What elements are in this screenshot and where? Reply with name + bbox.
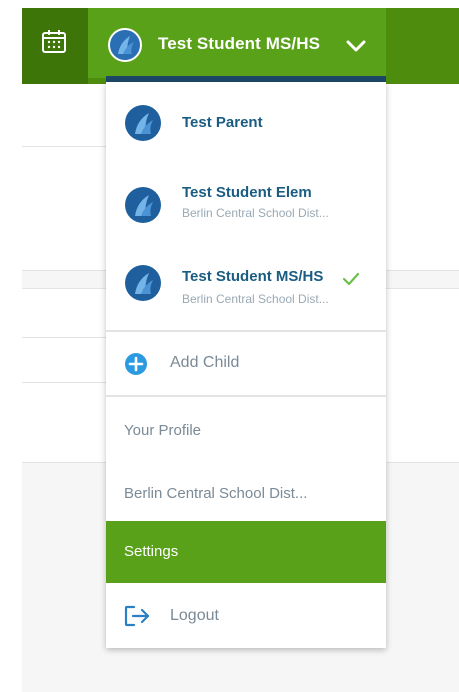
add-child-label: Add Child bbox=[170, 354, 240, 371]
avatar-icon bbox=[125, 265, 161, 301]
avatar-icon bbox=[108, 28, 142, 62]
account-switcher-button[interactable]: Test Student MS/HS bbox=[88, 8, 386, 78]
logout-icon bbox=[124, 605, 150, 627]
account-district: Berlin Central School Dist... bbox=[182, 206, 329, 220]
account-name: Test Student MS/HS bbox=[182, 268, 324, 285]
logout-label: Logout bbox=[170, 607, 219, 624]
calendar-icon[interactable] bbox=[38, 26, 70, 58]
your-profile-label: Your Profile bbox=[124, 422, 201, 439]
account-dropdown: Test Parent Test Student Elem Berlin Cen… bbox=[106, 82, 386, 648]
add-child-button[interactable]: Add Child bbox=[106, 332, 386, 394]
settings-link[interactable]: Settings bbox=[106, 521, 386, 583]
avatar-icon bbox=[125, 105, 161, 141]
logout-button[interactable]: Logout bbox=[106, 583, 386, 648]
account-item-student-mshs[interactable]: Test Student MS/HS Berlin Central School… bbox=[106, 244, 386, 330]
district-link[interactable]: Berlin Central School Dist... bbox=[106, 459, 386, 521]
district-label: Berlin Central School Dist... bbox=[124, 485, 308, 502]
account-name: Test Student Elem bbox=[182, 184, 312, 201]
settings-label: Settings bbox=[124, 543, 179, 560]
account-name: Test Parent bbox=[182, 114, 263, 131]
divider bbox=[22, 146, 112, 147]
current-user-name: Test Student MS/HS bbox=[158, 34, 321, 53]
your-profile-link[interactable]: Your Profile bbox=[106, 397, 386, 459]
avatar-icon bbox=[125, 187, 161, 223]
checkmark-icon bbox=[342, 272, 360, 286]
chevron-down-icon bbox=[346, 40, 366, 52]
divider bbox=[22, 337, 112, 338]
account-district: Berlin Central School Dist... bbox=[182, 292, 329, 306]
plus-circle-icon bbox=[125, 353, 147, 375]
account-item-student-elem[interactable]: Test Student Elem Berlin Central School … bbox=[106, 164, 386, 244]
account-item-parent[interactable]: Test Parent bbox=[106, 82, 386, 164]
divider bbox=[22, 382, 112, 383]
